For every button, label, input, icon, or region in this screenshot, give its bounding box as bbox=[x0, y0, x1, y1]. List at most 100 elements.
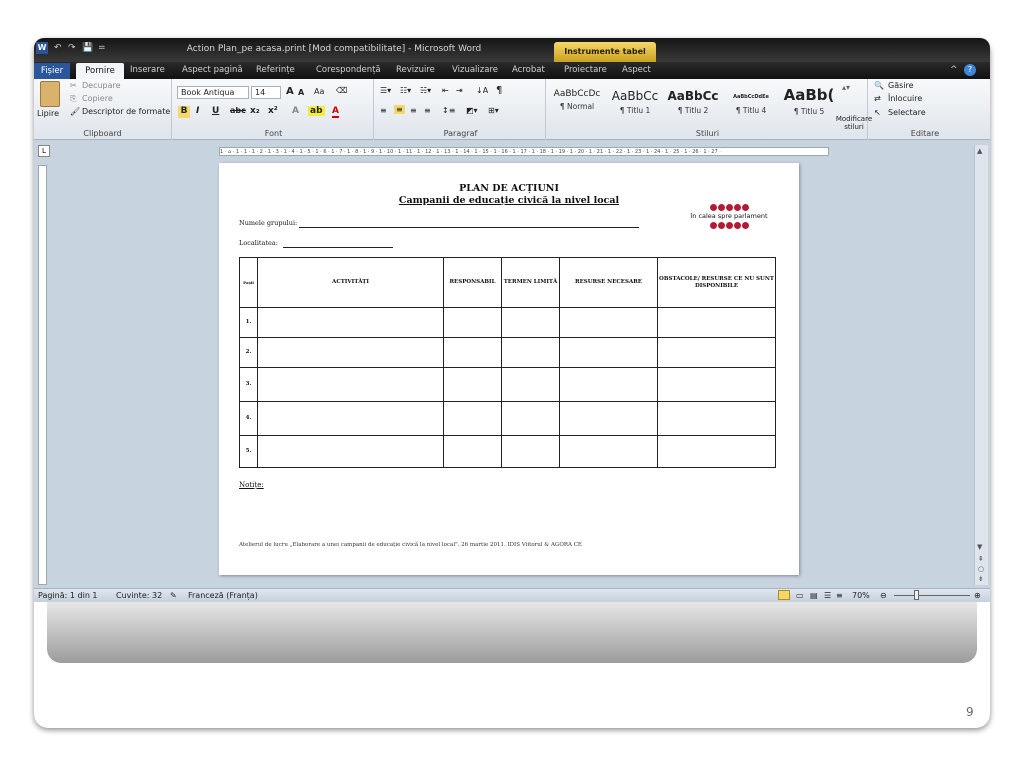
replace-icon[interactable]: ⇄ bbox=[874, 94, 881, 103]
tab-table-layout[interactable]: Aspect bbox=[622, 65, 651, 75]
clear-format-icon[interactable]: ⌫ bbox=[336, 86, 347, 95]
table-cell[interactable] bbox=[559, 337, 658, 368]
tab-references[interactable]: Referințe bbox=[256, 65, 295, 75]
table-cell[interactable] bbox=[501, 307, 560, 338]
step-number[interactable]: 2. bbox=[239, 337, 258, 368]
tab-insert[interactable]: Inserare bbox=[130, 65, 165, 75]
table-cell[interactable] bbox=[257, 401, 444, 436]
minimize-ribbon-icon[interactable]: ^ bbox=[950, 65, 958, 75]
table-cell[interactable] bbox=[501, 367, 560, 402]
grow-font-button[interactable]: A bbox=[286, 86, 294, 97]
cut-icon[interactable]: ✂ bbox=[70, 81, 77, 90]
tab-mailings[interactable]: Corespondență bbox=[316, 65, 381, 75]
zoom-in-icon[interactable]: ⊕ bbox=[974, 591, 981, 600]
show-marks-icon[interactable]: ¶ bbox=[496, 85, 502, 96]
find-icon[interactable]: 🔍 bbox=[874, 81, 884, 90]
step-number[interactable]: 3. bbox=[239, 367, 258, 402]
locality-line[interactable] bbox=[283, 247, 393, 248]
bullets-icon[interactable]: ☰▾ bbox=[380, 86, 391, 95]
format-painter-button[interactable]: Descriptor de formate bbox=[82, 107, 170, 116]
styles-scroll-icon[interactable]: ▴▾ bbox=[842, 83, 850, 92]
scroll-down-icon[interactable]: ▼ bbox=[977, 543, 982, 551]
strikethrough-button[interactable]: abc bbox=[230, 106, 246, 115]
multilevel-list-icon[interactable]: ☵▾ bbox=[420, 86, 431, 95]
zoom-out-icon[interactable]: ⊖ bbox=[880, 591, 887, 600]
borders-icon[interactable]: ⊞▾ bbox=[488, 106, 499, 115]
style-heading-1[interactable]: AaBbCc ¶ Titlu 1 bbox=[606, 83, 664, 121]
table-cell[interactable] bbox=[559, 307, 658, 338]
proofing-icon[interactable]: ✎ bbox=[170, 591, 177, 600]
align-right-icon[interactable]: ≡ bbox=[410, 106, 417, 115]
zoom-slider[interactable] bbox=[894, 595, 970, 596]
style-heading-2[interactable]: AaBbCc ¶ Titlu 2 bbox=[664, 83, 722, 121]
line-spacing-icon[interactable]: ↕≡ bbox=[442, 106, 455, 115]
step-number[interactable]: 4. bbox=[239, 401, 258, 436]
find-button[interactable]: Găsire bbox=[888, 81, 914, 90]
align-left-icon[interactable]: ≡ bbox=[380, 106, 387, 115]
underline-button[interactable]: U bbox=[212, 106, 219, 116]
highlight-icon[interactable]: ab bbox=[308, 106, 325, 116]
sort-icon[interactable]: ↓A bbox=[476, 86, 488, 95]
action-plan-table[interactable]: Pașii ACTIVITĂȚI RESPONSABIL TERMEN LIMI… bbox=[239, 257, 776, 468]
table-cell[interactable] bbox=[257, 307, 444, 338]
font-color-icon[interactable]: A bbox=[332, 106, 339, 118]
tab-acrobat[interactable]: Acrobat bbox=[512, 65, 545, 75]
header-activities[interactable]: ACTIVITĂȚI bbox=[257, 257, 444, 308]
select-icon[interactable]: ↖ bbox=[874, 108, 881, 117]
table-cell[interactable] bbox=[657, 435, 776, 468]
table-cell[interactable] bbox=[443, 367, 502, 402]
group-name-line[interactable] bbox=[299, 227, 639, 228]
table-cell[interactable] bbox=[257, 367, 444, 402]
text-effects-icon[interactable]: A bbox=[292, 106, 299, 116]
table-cell[interactable] bbox=[257, 435, 444, 468]
copy-icon[interactable]: ⎘ bbox=[70, 94, 76, 104]
change-case-button[interactable]: Aa bbox=[314, 87, 324, 96]
step-number[interactable]: 5. bbox=[239, 435, 258, 468]
vertical-scrollbar[interactable]: ▲ ▼ ⇞ ○ ⇟ bbox=[974, 145, 988, 585]
horizontal-ruler[interactable]: 1 · ⌂ · 1 · 1 · 1 · 2 · 1 · 3 · 1 · 4 · … bbox=[219, 147, 829, 156]
header-responsible[interactable]: RESPONSABIL bbox=[443, 257, 502, 308]
italic-button[interactable]: I bbox=[196, 106, 199, 116]
table-cell[interactable] bbox=[501, 401, 560, 436]
table-cell[interactable] bbox=[443, 307, 502, 338]
align-center-icon[interactable]: ≡ bbox=[394, 105, 405, 114]
replace-button[interactable]: Înlocuire bbox=[888, 94, 922, 103]
web-layout-view-icon[interactable]: ▤ bbox=[810, 591, 818, 600]
justify-icon[interactable]: ≡ bbox=[424, 106, 431, 115]
table-cell[interactable] bbox=[559, 401, 658, 436]
table-cell[interactable] bbox=[443, 401, 502, 436]
table-cell[interactable] bbox=[501, 435, 560, 468]
shrink-font-button[interactable]: A bbox=[298, 88, 304, 97]
header-obstacles[interactable]: OBSTACOLE/ RESURSE CE NU SUNT DISPONIBIL… bbox=[657, 257, 776, 308]
tab-page-layout[interactable]: Aspect pagină bbox=[182, 65, 243, 75]
table-cell[interactable] bbox=[559, 367, 658, 402]
bold-button[interactable]: B bbox=[178, 106, 190, 118]
header-deadline[interactable]: TERMEN LIMITĂ bbox=[501, 257, 560, 308]
cut-button[interactable]: Decupare bbox=[82, 81, 121, 90]
tab-home[interactable]: Pornire bbox=[76, 63, 124, 79]
table-cell[interactable] bbox=[443, 337, 502, 368]
table-cell[interactable] bbox=[657, 337, 776, 368]
tab-table-design[interactable]: Proiectare bbox=[564, 65, 607, 75]
document-page[interactable]: PLAN DE ACȚIUNI Campanii de educație civ… bbox=[219, 163, 799, 575]
format-painter-icon[interactable]: 🖌 bbox=[70, 107, 80, 116]
tab-selector-icon[interactable]: L bbox=[38, 145, 50, 157]
select-button[interactable]: Selectare bbox=[888, 108, 926, 117]
decrease-indent-icon[interactable]: ⇤ bbox=[442, 86, 449, 95]
zoom-level[interactable]: 70% bbox=[852, 591, 870, 600]
word-count[interactable]: Cuvinte: 32 bbox=[116, 591, 162, 600]
tab-file[interactable]: Fișier bbox=[34, 63, 70, 79]
numbering-icon[interactable]: ☷▾ bbox=[400, 86, 411, 95]
increase-indent-icon[interactable]: ⇥ bbox=[456, 86, 463, 95]
next-page-icon[interactable]: ⇟ bbox=[978, 575, 984, 583]
full-screen-view-icon[interactable]: ▭ bbox=[796, 591, 804, 600]
style-heading-4[interactable]: AaBbCcDdEe ¶ Titlu 4 bbox=[722, 83, 780, 121]
help-icon[interactable]: ? bbox=[964, 64, 976, 76]
table-cell[interactable] bbox=[657, 367, 776, 402]
table-cell[interactable] bbox=[501, 337, 560, 368]
step-number[interactable]: 1. bbox=[239, 307, 258, 338]
tab-review[interactable]: Revizuire bbox=[396, 65, 435, 75]
table-cell[interactable] bbox=[657, 401, 776, 436]
zoom-slider-thumb[interactable] bbox=[914, 590, 919, 600]
page-count[interactable]: Pagină: 1 din 1 bbox=[38, 591, 98, 600]
